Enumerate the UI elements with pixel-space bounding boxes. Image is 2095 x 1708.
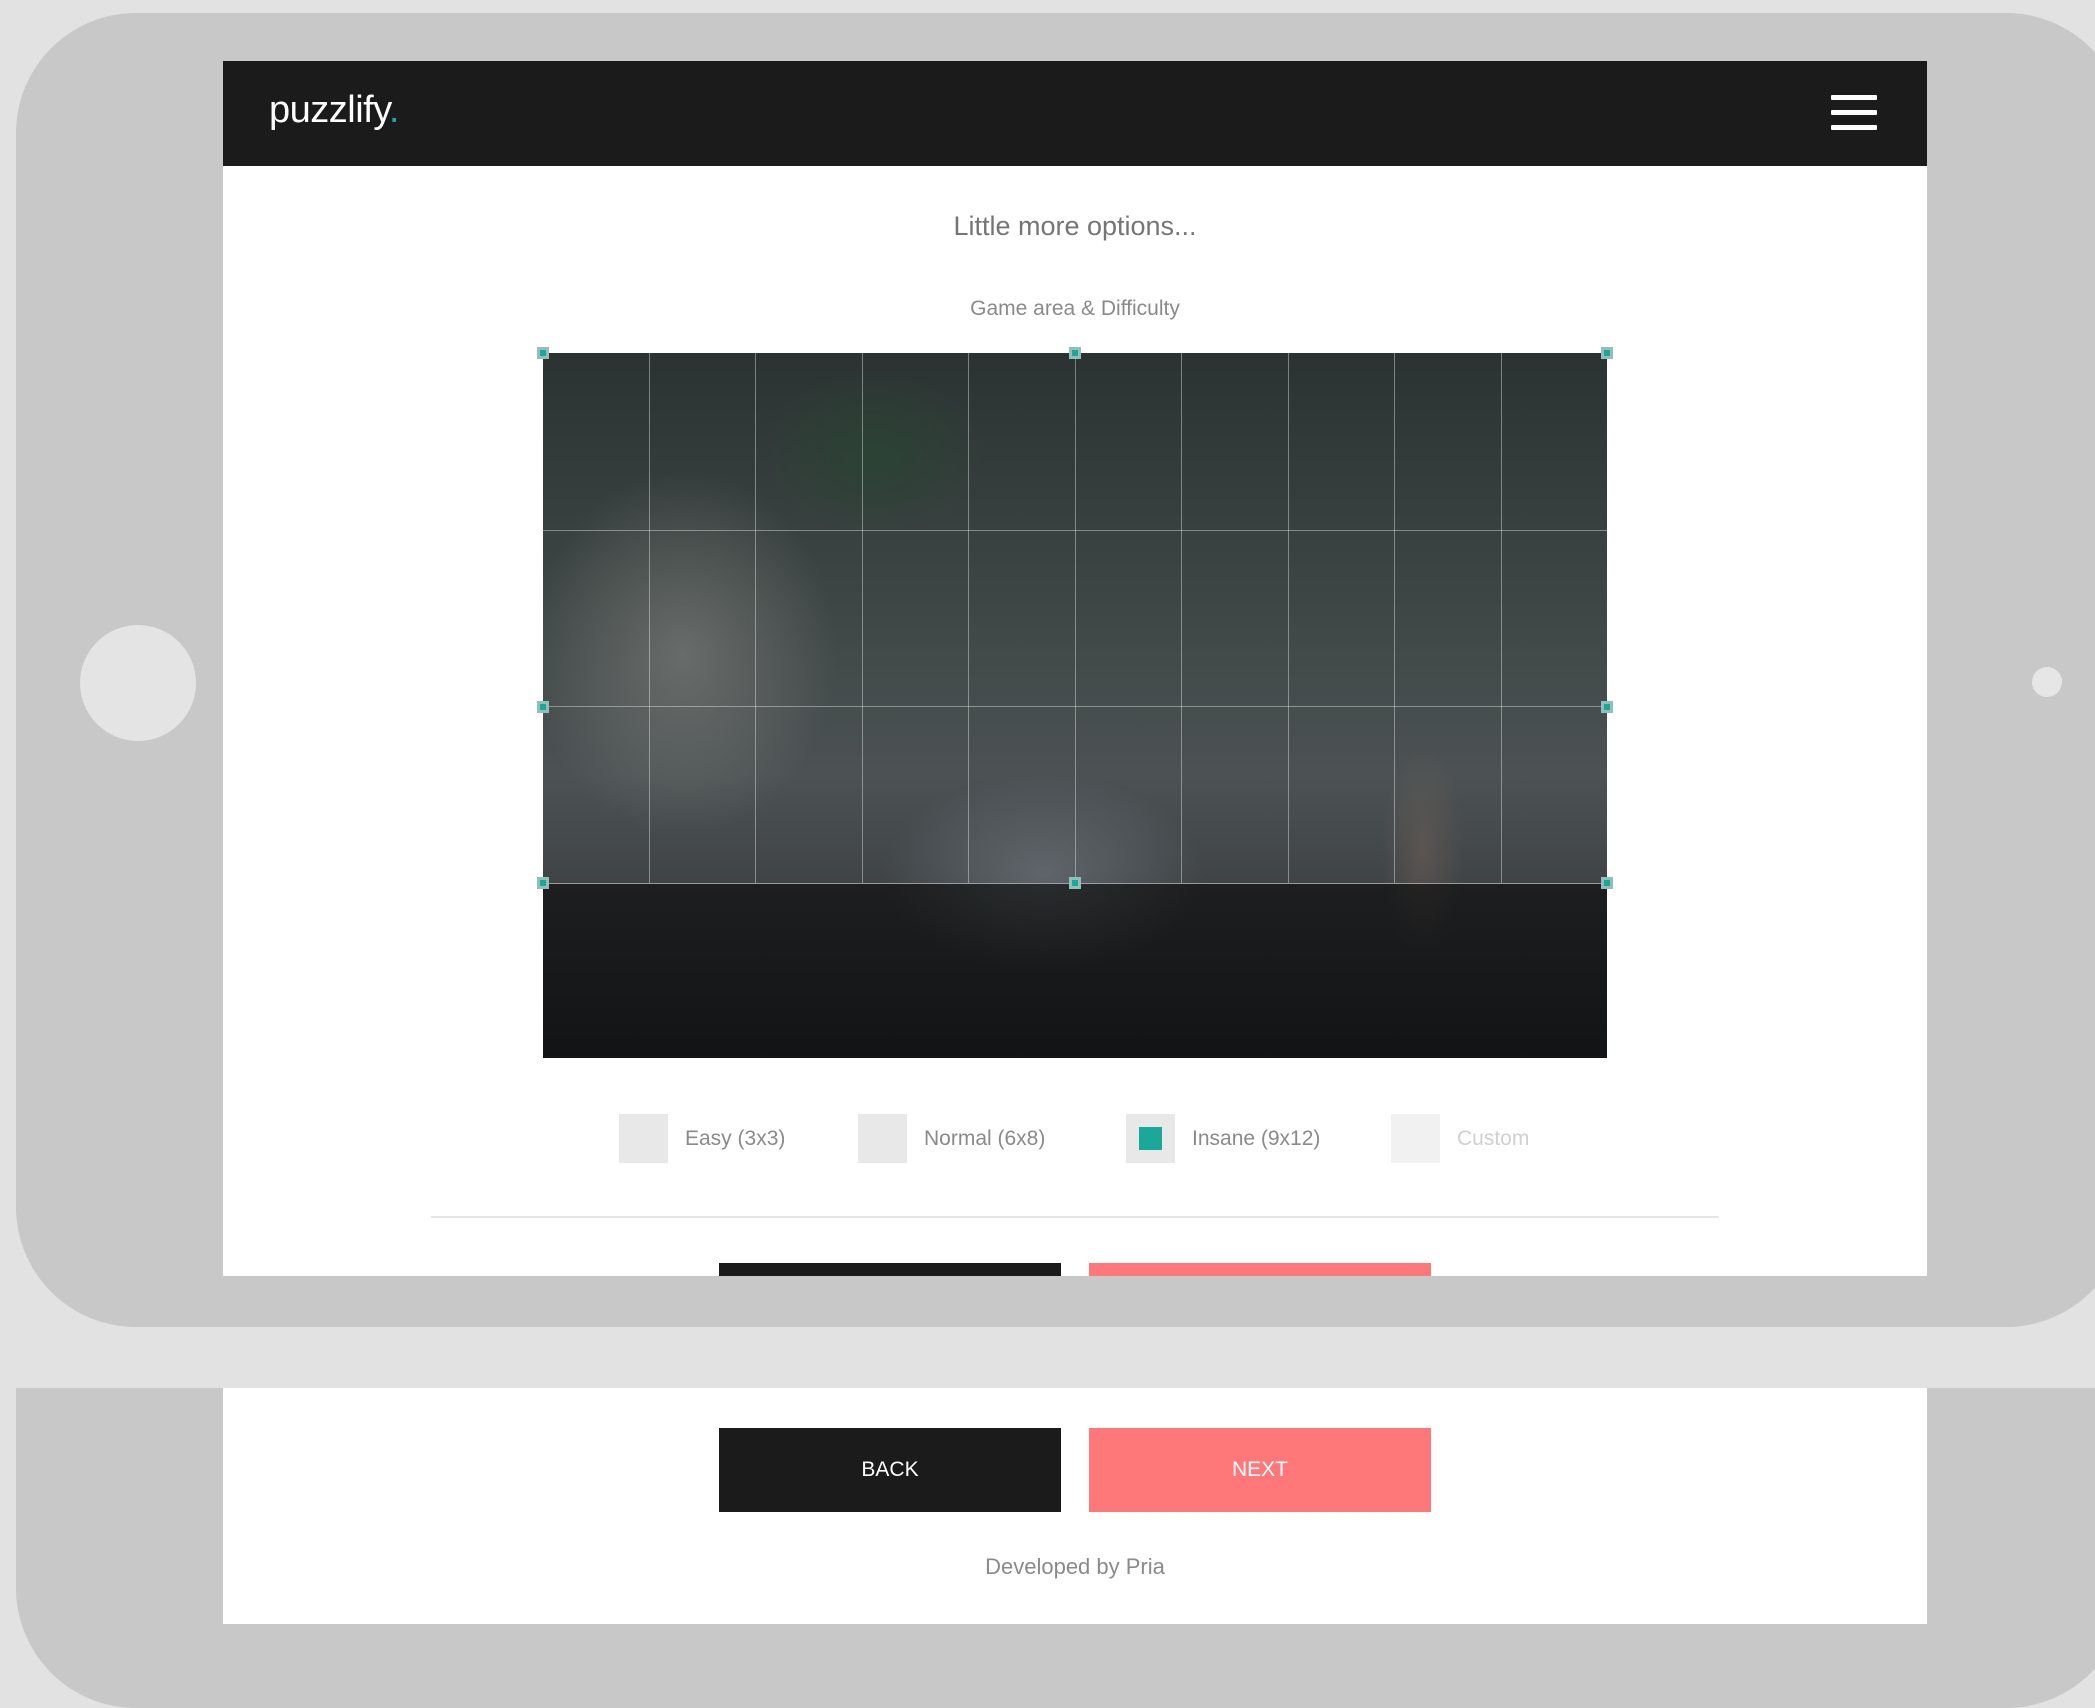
option-label-normal: Normal (6x8)	[924, 1127, 1046, 1150]
checkbox-custom	[1391, 1114, 1440, 1163]
crop-handle-right[interactable]	[1601, 701, 1613, 713]
game-area-image	[537, 347, 1613, 1058]
camera-dot	[2032, 667, 2062, 697]
option-label-custom: Custom	[1457, 1127, 1530, 1150]
back-button-peek	[719, 1263, 1061, 1276]
next-button-peek	[1089, 1263, 1431, 1276]
next-button[interactable]: NEXT	[1089, 1428, 1431, 1512]
logo-text: puzzlify	[269, 89, 389, 131]
app-screen: puzzlify. Little more options... Game ar…	[223, 61, 1927, 1276]
checkbox-checked-indicator	[1139, 1127, 1162, 1150]
app-logo[interactable]: puzzlify.	[269, 89, 399, 132]
crop-shade	[543, 883, 1607, 1058]
option-label-easy: Easy (3x3)	[685, 1127, 786, 1150]
crop-handle-bottom-right[interactable]	[1601, 877, 1613, 889]
section-label: Game area & Difficulty	[970, 297, 1180, 320]
hamburger-menu-icon[interactable]	[1831, 91, 1877, 135]
developer-credit: Developed by Pria	[985, 1554, 1165, 1579]
checkbox-normal[interactable]	[858, 1114, 907, 1163]
crop-handle-bottom-left[interactable]	[537, 877, 549, 889]
crop-handle-top[interactable]	[1069, 347, 1081, 359]
checkbox-insane[interactable]	[1126, 1114, 1175, 1163]
top-navbar: puzzlify.	[223, 61, 1927, 166]
crop-selection[interactable]	[542, 352, 1608, 884]
difficulty-option-easy[interactable]: Easy (3x3)	[619, 1114, 809, 1164]
checkbox-easy[interactable]	[619, 1114, 668, 1163]
difficulty-option-custom: Custom	[1391, 1114, 1551, 1164]
option-label-insane: Insane (9x12)	[1192, 1127, 1321, 1150]
crop-handle-top-right[interactable]	[1601, 347, 1613, 359]
home-button	[80, 625, 196, 741]
difficulty-options: Easy (3x3) Normal (6x8) Insane (9x12) Cu…	[223, 1114, 1927, 1164]
section-divider	[431, 1216, 1719, 1218]
crop-handle-left[interactable]	[537, 701, 549, 713]
logo-dot: .	[388, 89, 400, 131]
back-button[interactable]: BACK	[719, 1428, 1061, 1512]
screen-footer-section: BACK NEXT Developed by Pria	[223, 1388, 1927, 1624]
difficulty-option-normal[interactable]: Normal (6x8)	[858, 1114, 1068, 1164]
page-heading: Little more options...	[953, 211, 1197, 241]
crop-handle-bottom[interactable]	[1069, 877, 1081, 889]
difficulty-option-insane[interactable]: Insane (9x12)	[1126, 1114, 1336, 1164]
crop-handle-top-left[interactable]	[537, 347, 549, 359]
